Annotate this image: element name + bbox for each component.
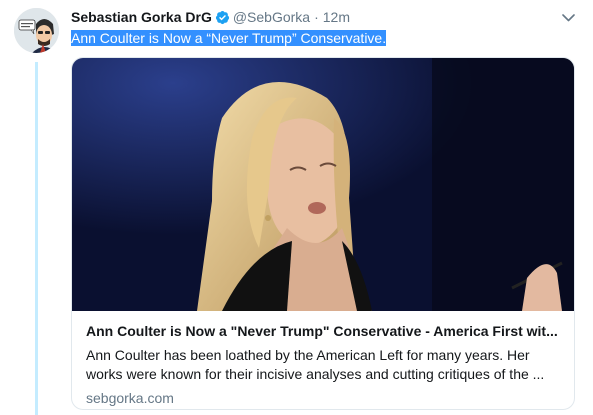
header-separator: · xyxy=(314,9,319,25)
card-description: Ann Coulter has been loathed by the Amer… xyxy=(86,346,564,384)
card-description-line: works were known for their incisive anal… xyxy=(86,366,545,382)
tweet-timestamp[interactable]: 12m xyxy=(323,9,350,25)
chevron-down-icon[interactable] xyxy=(561,12,575,24)
avatar[interactable] xyxy=(14,8,59,53)
card-image xyxy=(72,58,574,311)
tweet-text: Ann Coulter is Now a “Never Trump” Conse… xyxy=(71,30,387,47)
card-domain: sebgorka.com xyxy=(86,390,174,406)
verified-badge-icon xyxy=(215,10,230,25)
author-handle[interactable]: @SebGorka xyxy=(233,9,310,25)
tweet-header: Sebastian Gorka DrG @SebGorka · 12m xyxy=(71,8,350,26)
card-title: Ann Coulter is Now a "Never Trump" Conse… xyxy=(86,323,558,339)
thread-connector-line xyxy=(35,62,38,415)
card-description-line: Ann Coulter has been loathed by the Amer… xyxy=(86,347,530,363)
author-name[interactable]: Sebastian Gorka DrG xyxy=(71,9,212,25)
avatar-illustration xyxy=(14,8,59,53)
tweet-text-selected: Ann Coulter is Now a “Never Trump” Conse… xyxy=(71,30,387,46)
link-preview-card[interactable]: Ann Coulter is Now a "Never Trump" Conse… xyxy=(71,57,575,410)
card-body: Ann Coulter is Now a "Never Trump" Conse… xyxy=(86,319,564,407)
